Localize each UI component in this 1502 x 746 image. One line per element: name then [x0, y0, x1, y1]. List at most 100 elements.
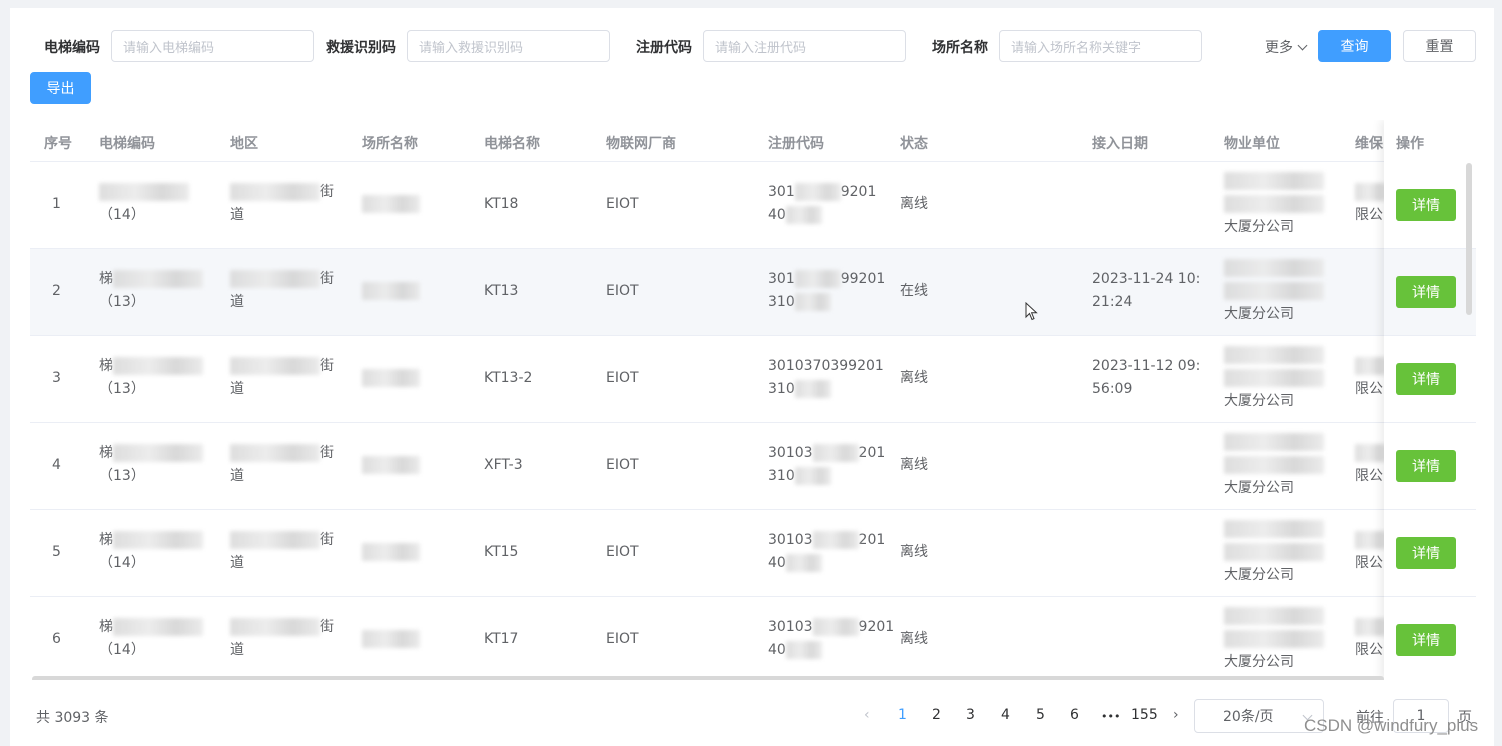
reset-button[interactable]: 重置 [1403, 30, 1476, 62]
table-row[interactable]: 1 （14） 街 道 KT18 EIOT 301 9201 40 离线 大厦分公… [30, 162, 1476, 249]
mouse-cursor-icon [1025, 302, 1038, 321]
redacted-place [362, 195, 420, 213]
redacted-reg2 [785, 554, 822, 572]
area-line2: 道 [230, 207, 244, 223]
more-filters-toggle[interactable]: 更多 [1265, 37, 1308, 57]
page-size-value: 20条/页 [1223, 709, 1274, 725]
redacted-reg [812, 618, 859, 636]
query-button[interactable]: 查询 [1318, 30, 1391, 62]
redacted-reg [812, 444, 859, 462]
redacted-area [230, 444, 320, 462]
table-row[interactable]: 3 梯 （13） 街 道 KT13-2 EIOT 3010370399201 3… [30, 336, 1476, 423]
cell-index: 6 [52, 631, 61, 647]
reg-code-line2: 40 [768, 555, 786, 571]
prev-page-icon[interactable]: ‹ [864, 707, 870, 723]
more-pages[interactable]: ••• [1101, 710, 1120, 723]
action-cell: 详情 [1384, 162, 1476, 249]
table-row[interactable]: 4 梯 （13） 街 道 XFT-3 EIOT 30103 201 310 离线 [30, 423, 1476, 510]
reg-code-start: 30103 [768, 445, 813, 461]
redacted-area [230, 357, 320, 375]
action-cell: 详情 [1384, 336, 1476, 423]
elevator-code-prefix: 梯 [99, 271, 113, 287]
next-page-icon[interactable]: › [1173, 707, 1179, 723]
header-registration-code: 注册代码 [768, 136, 824, 152]
export-button[interactable]: 导出 [30, 72, 91, 104]
access-date: 2023-11-24 10: [1092, 271, 1201, 287]
page-5[interactable]: 5 [1036, 707, 1045, 723]
page-2[interactable]: 2 [932, 707, 941, 723]
cell-index: 3 [52, 370, 61, 386]
property-unit-tail: 大厦分公司 [1224, 219, 1294, 235]
detail-button[interactable]: 详情 [1396, 624, 1456, 656]
cell-area: 街 道 [230, 529, 334, 575]
header-iot-vendor: 物联网厂商 [606, 136, 676, 152]
cell-iot-vendor: EIOT [606, 544, 639, 560]
reg-code-line2: 310 [768, 468, 795, 484]
redacted-property [1224, 346, 1324, 364]
elevator-code-suffix: （13） [99, 381, 145, 397]
cell-area: 街 道 [230, 355, 334, 401]
cell-access-date: 2023-11-12 09: 56:09 [1092, 355, 1200, 401]
place-name-input[interactable]: 请输入场所名称关键字 [999, 30, 1202, 62]
reg-code-end: 201 [858, 445, 886, 461]
page-1[interactable]: 1 [898, 707, 907, 723]
area-line2: 道 [230, 468, 244, 484]
table-row[interactable]: 5 梯 （14） 街 道 KT15 EIOT 30103 201 40 离线 大… [30, 510, 1476, 597]
reg-code-line2: 40 [768, 207, 786, 223]
area-tail: 街 [320, 445, 334, 461]
redacted-area [230, 618, 320, 636]
area-tail: 街 [320, 271, 334, 287]
elevator-code-input[interactable]: 请输入电梯编码 [111, 30, 314, 62]
redacted-reg [794, 183, 841, 201]
redacted-reg2 [785, 206, 822, 224]
cell-elevator-name: XFT-3 [484, 457, 523, 473]
detail-button[interactable]: 详情 [1396, 450, 1456, 482]
page-3[interactable]: 3 [966, 707, 975, 723]
elevator-code-prefix: 梯 [99, 532, 113, 548]
header-maintenance: 维保 [1355, 136, 1383, 152]
detail-button[interactable]: 详情 [1396, 189, 1456, 221]
redacted-property [1224, 520, 1324, 538]
page-6[interactable]: 6 [1070, 707, 1079, 723]
table-row[interactable]: 6 梯 （14） 街 道 KT17 EIOT 30103 9201 40 离线 [30, 597, 1476, 680]
reg-code-start: 3010370399201 [768, 358, 884, 374]
cell-elevator-name: KT18 [484, 196, 519, 212]
redacted-code [113, 531, 203, 549]
cell-iot-vendor: EIOT [606, 196, 639, 212]
watermark: CSDN @windfury_plus [1304, 716, 1479, 735]
horizontal-scrollbar[interactable] [32, 676, 1384, 680]
page-4[interactable]: 4 [1001, 707, 1010, 723]
detail-button[interactable]: 详情 [1396, 276, 1456, 308]
redacted-place [362, 456, 420, 474]
redacted-place [362, 369, 420, 387]
table-row[interactable]: 2 梯 （13） 街 道 KT13 EIOT 301 99201 310 在线 2… [30, 249, 1476, 336]
detail-button[interactable]: 详情 [1396, 537, 1456, 569]
registration-code-input[interactable]: 请输入注册代码 [703, 30, 906, 62]
redacted-reg2 [794, 467, 831, 485]
header-status: 状态 [900, 136, 928, 152]
detail-button[interactable]: 详情 [1396, 363, 1456, 395]
cell-property-unit: 大厦分公司 [1224, 431, 1324, 500]
more-label: 更多 [1265, 40, 1293, 56]
redacted-property [1224, 456, 1324, 474]
redacted-property [1224, 607, 1324, 625]
header-area: 地区 [230, 136, 258, 152]
reg-code-end: 9201 [840, 184, 877, 200]
cell-elevator-name: KT15 [484, 544, 519, 560]
cell-elevator-code: 梯 （13） [99, 355, 203, 401]
page-155[interactable]: 155 [1131, 707, 1158, 723]
redacted-property [1224, 369, 1324, 387]
vertical-scrollbar[interactable] [1466, 163, 1472, 315]
redacted-property [1224, 630, 1324, 648]
cell-index: 5 [52, 544, 61, 560]
redacted-code [113, 270, 203, 288]
elevator-code-suffix: （14） [99, 207, 145, 223]
elevator-table: 序号 电梯编码 地区 场所名称 电梯名称 物联网厂商 注册代码 状态 接入日期 … [30, 120, 1476, 680]
cell-place-name [362, 193, 420, 216]
rescue-code-input[interactable]: 请输入救援识别码 [407, 30, 610, 62]
cell-status: 离线 [900, 457, 928, 473]
cell-registration-code: 30103 9201 40 [768, 616, 894, 662]
action-column: 操作 详情 详情 详情 详情 详情 详情 [1384, 120, 1476, 680]
action-cell: 详情 [1384, 423, 1476, 510]
cell-index: 4 [52, 457, 61, 473]
